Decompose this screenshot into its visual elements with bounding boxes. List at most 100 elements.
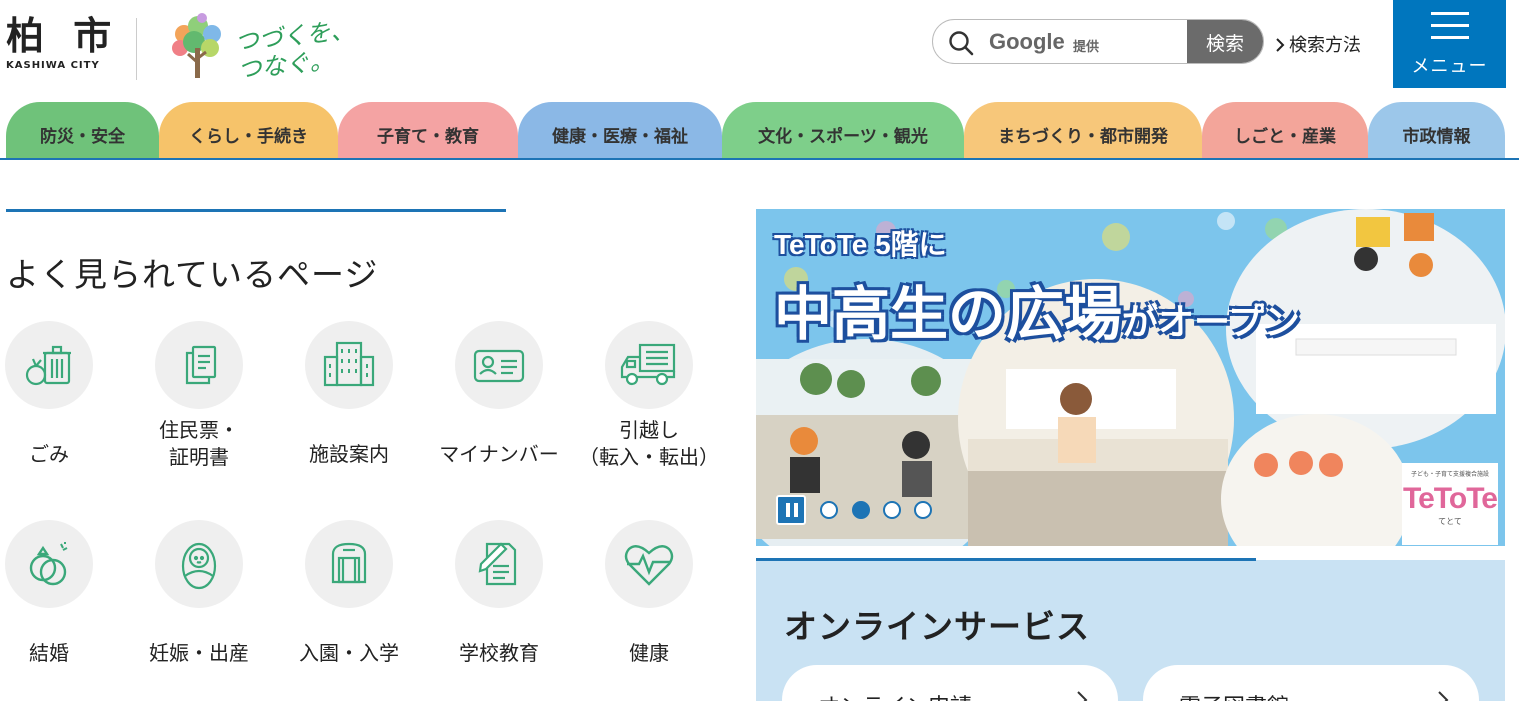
- tab-work-industry[interactable]: しごと・産業: [1202, 102, 1368, 158]
- icon-circle: [455, 321, 543, 409]
- slider-dot-2[interactable]: [852, 501, 870, 519]
- popular-item-garbage[interactable]: ごみ: [0, 321, 124, 468]
- popular-item-school-entry[interactable]: 入園・入学: [274, 520, 424, 667]
- icon-circle: [155, 520, 243, 608]
- icon-circle: [305, 520, 393, 608]
- building-icon: [323, 341, 375, 387]
- search-help-label: 検索方法: [1289, 35, 1361, 56]
- popular-item-health[interactable]: 健康: [574, 520, 724, 667]
- icon-circle: [605, 520, 693, 608]
- city-logo[interactable]: 柏 市 KASHIWA CITY: [6, 13, 120, 72]
- online-card-label: 電子図書館: [1179, 689, 1289, 701]
- chevron-right-icon: [1276, 38, 1285, 52]
- online-services-section: オンラインサービス オンライン申請 電子図書館: [756, 560, 1505, 701]
- garbage-icon: [25, 345, 71, 386]
- logo-divider: [136, 18, 137, 80]
- id-card-icon: [473, 349, 525, 383]
- popular-item-label: 入園・入学: [299, 641, 399, 665]
- popular-item-label: 引越し （転入・転出）: [579, 418, 719, 469]
- category-nav: 防災・安全 くらし・手続き 子育て・教育 健康・医療・福祉 文化・スポーツ・観光…: [0, 98, 1519, 160]
- heart-pulse-icon: [624, 545, 674, 586]
- popular-item-label: 住民票・ 証明書: [159, 418, 239, 469]
- tab-city-administration[interactable]: 市政情報: [1368, 102, 1505, 158]
- popular-item-facilities[interactable]: 施設案内: [274, 321, 424, 468]
- popular-item-label: マイナンバー: [439, 442, 559, 466]
- menu-button[interactable]: メニュー: [1393, 0, 1506, 88]
- document-icon: [185, 345, 217, 385]
- tab-label: 子育て・教育: [377, 126, 479, 147]
- popular-item-marriage[interactable]: 結婚: [0, 520, 124, 667]
- popular-item-label: 施設案内: [309, 442, 389, 466]
- tab-label: くらし・手続き: [189, 126, 308, 147]
- menu-label: メニュー: [1411, 56, 1488, 77]
- banner-heading-tail: がオープン: [1122, 302, 1300, 343]
- icon-circle: [305, 321, 393, 409]
- icon-circle: [155, 321, 243, 409]
- banner-heading-small: TeToTe 5階に: [774, 229, 947, 260]
- section-accent-bar: [756, 558, 1256, 561]
- pen-paper-icon: [478, 542, 517, 586]
- icon-circle: [605, 321, 693, 409]
- tab-living-procedures[interactable]: くらし・手続き: [159, 102, 338, 158]
- tetote-logo-kana: てとて: [1438, 517, 1462, 526]
- banner-heading-main: 中高生の広場がオープン: [774, 267, 1300, 351]
- tetote-logo-sub: 子ども・子育て支援複合施設: [1410, 471, 1489, 478]
- popular-item-label: 結婚: [29, 641, 69, 665]
- popular-item-label: 健康: [629, 641, 669, 665]
- slider-pause-button[interactable]: [776, 495, 806, 525]
- slogan: つづくを、 つなぐ。: [233, 16, 358, 84]
- tree-logo-icon: [172, 13, 221, 78]
- truck-icon: [620, 343, 676, 386]
- tab-urban-development[interactable]: まちづくり・都市開発: [964, 102, 1202, 158]
- site-search: Google 提供 検索: [932, 19, 1264, 64]
- popular-pages-title: よく見られているページ: [6, 255, 379, 294]
- online-card-label: オンライン申請: [818, 689, 972, 701]
- tab-label: まちづくり・都市開発: [998, 126, 1168, 147]
- icon-circle: [455, 520, 543, 608]
- search-brand: Google: [989, 29, 1065, 54]
- tab-health-medical-welfare[interactable]: 健康・医療・福祉: [518, 102, 722, 158]
- site-header: 柏 市 KASHIWA CITY つづくを、 つなぐ。 Google 提供 検索…: [0, 0, 1519, 100]
- tetote-logo: 子ども・子育て支援複合施設 TeToTe てとて: [1402, 463, 1498, 545]
- search-brand-sub: 提供: [1073, 40, 1100, 55]
- tab-label: 健康・医療・福祉: [552, 126, 688, 147]
- section-accent-bar: [6, 209, 506, 212]
- popular-item-pregnancy[interactable]: 妊娠・出産: [124, 520, 274, 667]
- banner-heading-main-text: 中高生の広場: [774, 280, 1123, 348]
- tab-disaster-safety[interactable]: 防災・安全: [6, 102, 159, 158]
- icon-circle: [5, 321, 93, 409]
- popular-item-school-education[interactable]: 学校教育: [424, 520, 574, 667]
- hero-banner[interactable]: TeToTe 5階に 中高生の広場がオープン 子ども・子育て支援複合施設 TeT…: [756, 209, 1505, 546]
- search-icon: [949, 31, 974, 56]
- popular-item-label: 学校教育: [459, 641, 539, 665]
- tab-label: 文化・スポーツ・観光: [758, 126, 928, 147]
- slider-dot-4[interactable]: [914, 501, 932, 519]
- chevron-right-icon: [1077, 691, 1088, 701]
- popular-item-moving[interactable]: 引越し （転入・転出）: [574, 321, 724, 471]
- hamburger-icon: [1431, 12, 1469, 48]
- tab-label: 防災・安全: [40, 126, 125, 147]
- online-application-link[interactable]: オンライン申請: [782, 665, 1118, 701]
- city-name: 柏 市: [6, 13, 120, 58]
- tab-label: しごと・産業: [1234, 126, 1336, 147]
- online-services-title: オンラインサービス: [784, 607, 1090, 646]
- search-help-link[interactable]: 検索方法: [1274, 31, 1361, 57]
- tetote-logo-text: TeToTe: [1403, 482, 1498, 515]
- tab-label: 市政情報: [1402, 126, 1471, 147]
- popular-item-label: ごみ: [29, 442, 69, 466]
- chevron-right-icon: [1438, 691, 1449, 701]
- slider-dot-3[interactable]: [883, 501, 901, 519]
- popular-item-my-number[interactable]: マイナンバー: [424, 321, 574, 468]
- tab-childcare-education[interactable]: 子育て・教育: [338, 102, 518, 158]
- city-name-roman: KASHIWA CITY: [6, 60, 100, 71]
- slider-dot-1[interactable]: [820, 501, 838, 519]
- search-button[interactable]: 検索: [1187, 20, 1263, 63]
- baby-icon: [181, 542, 217, 590]
- tab-culture-sports-tourism[interactable]: 文化・スポーツ・観光: [722, 102, 964, 158]
- popular-item-label: 妊娠・出産: [149, 641, 249, 665]
- rings-icon: [29, 542, 68, 586]
- popular-item-certificates[interactable]: 住民票・ 証明書: [124, 321, 274, 471]
- e-library-link[interactable]: 電子図書館: [1143, 665, 1479, 701]
- icon-circle: [5, 520, 93, 608]
- school-bag-icon: [331, 542, 367, 584]
